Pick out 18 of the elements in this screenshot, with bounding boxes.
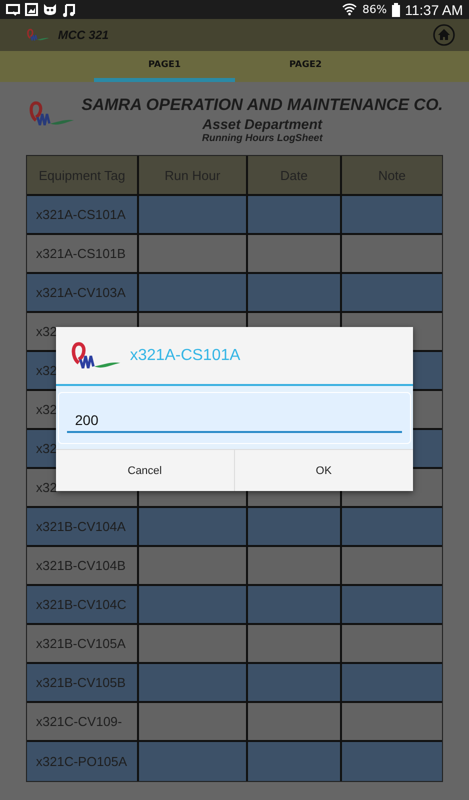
image-icon xyxy=(25,3,38,16)
department-title: Asset Department xyxy=(202,116,322,132)
cast-icon xyxy=(6,4,20,16)
battery-percent: 86% xyxy=(362,3,387,16)
logo-icon xyxy=(70,340,122,372)
table-cell: x321C-PO105A xyxy=(27,742,139,781)
battery-icon xyxy=(392,2,400,16)
dialog-button[interactable]: OK xyxy=(234,450,413,491)
cat-icon xyxy=(43,3,57,16)
company-name: SAMRA OPERATION AND MAINTENANCE CO. xyxy=(82,96,443,115)
logo-icon xyxy=(26,28,50,42)
home-icon[interactable] xyxy=(433,24,455,46)
input-frame[interactable]: 200 xyxy=(58,392,411,444)
dialog-button[interactable]: Cancel xyxy=(56,450,234,491)
wifi-icon xyxy=(342,3,358,16)
music-icon xyxy=(62,2,75,16)
clock: 11:37 AM xyxy=(404,2,463,18)
sheet-title: Running Hours LogSheet xyxy=(202,133,323,144)
